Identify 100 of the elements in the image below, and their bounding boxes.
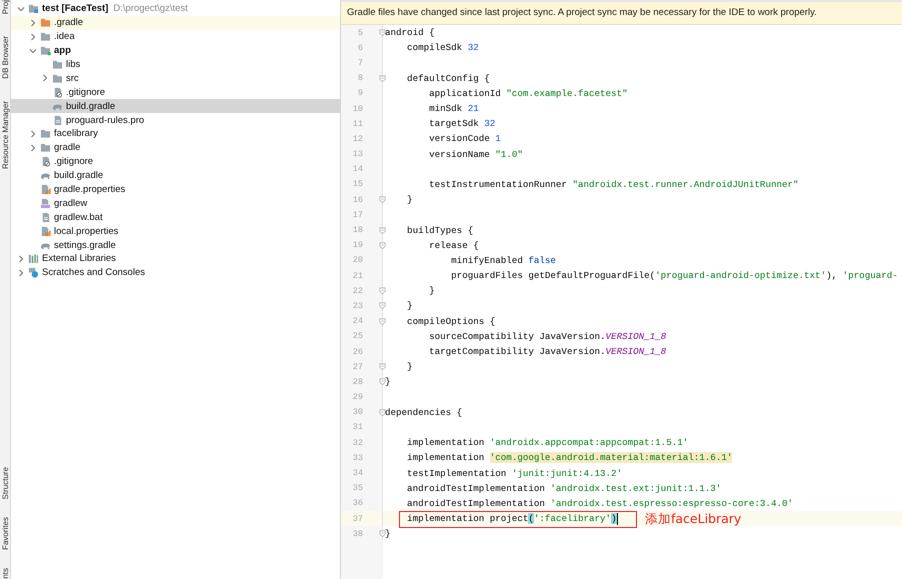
tool-window-tab[interactable]: Resource Manager — [0, 100, 10, 169]
tree-item-label: test [FaceTest] — [42, 3, 108, 14]
code-token: false — [528, 254, 556, 266]
code-token: ), — [826, 270, 838, 282]
line-number: 36 — [352, 498, 363, 508]
fold-marker-icon[interactable] — [379, 287, 386, 294]
fold-marker-icon[interactable] — [379, 29, 386, 36]
tree-item[interactable]: gradle.properties — [11, 182, 340, 196]
code-token: ( — [528, 513, 534, 524]
sync-notification-banner: Gradle files have changed since last project sync. A project sync may be necessary for the IDE to work properly. — [341, 0, 902, 25]
tree-item[interactable]: gradlew — [11, 196, 340, 210]
code-token: implementation — [406, 437, 486, 448]
tree-item[interactable]: .gitignore — [11, 85, 340, 100]
code-token: ) — [611, 513, 617, 524]
tree-item[interactable]: .gitignore — [11, 154, 340, 169]
tree-item-label: build.gradle — [54, 170, 104, 182]
tree-item-label: app — [54, 45, 71, 56]
tree-item-label: proguard-rules.pro — [66, 114, 144, 126]
fold-marker-icon[interactable] — [379, 363, 386, 370]
tree-item[interactable]: settings.gradle — [11, 238, 340, 252]
fold-marker-icon[interactable] — [379, 242, 386, 249]
tree-item[interactable]: .gradle — [11, 16, 340, 30]
tree-item-label: local.properties — [54, 226, 118, 237]
fold-marker-icon[interactable] — [379, 378, 386, 386]
script-file-icon — [40, 198, 51, 209]
annotation-label: 添加faceLibrary — [645, 511, 742, 526]
tool-window-tab[interactable]: nts — [0, 568, 10, 579]
line-number: 31 — [352, 422, 363, 432]
fold-marker-icon[interactable] — [379, 196, 386, 204]
chevron-down-icon[interactable] — [17, 4, 25, 13]
folder-icon — [40, 17, 51, 28]
line-number: 15 — [352, 179, 363, 190]
tree-item[interactable]: test [FaceTest] D:\progect\gz\test — [11, 2, 340, 16]
folder-icon — [40, 45, 51, 56]
properties-file-icon — [40, 226, 51, 237]
tool-window-tab[interactable]: DB Browser — [0, 36, 10, 79]
fold-marker-icon[interactable] — [379, 318, 386, 325]
code-token: applicationId — [428, 88, 502, 99]
line-number: 11 — [352, 118, 363, 129]
code-token: implementation project — [406, 513, 528, 524]
tool-window-tab[interactable]: Favorites — [0, 517, 10, 550]
line-number: 23 — [352, 300, 363, 311]
properties-file-icon — [40, 184, 51, 196]
fold-marker-icon[interactable] — [379, 302, 386, 310]
line-number: 7 — [356, 58, 363, 68]
line-number: 22 — [352, 286, 363, 296]
tree-item-label: facelibrary — [54, 128, 98, 140]
tree-item[interactable]: app — [11, 44, 340, 58]
code-token: android { — [385, 27, 435, 38]
code-token: release { — [428, 240, 479, 251]
chevron-right-icon[interactable] — [41, 74, 49, 82]
line-number: 10 — [352, 104, 363, 114]
tree-item[interactable]: src — [11, 71, 340, 86]
code-token: androidTestImplementation — [406, 482, 546, 494]
line-number: 14 — [352, 164, 363, 174]
fold-marker-icon[interactable] — [379, 74, 386, 82]
tree-item-label: .gitignore — [54, 156, 94, 168]
tree-item-label: libs — [66, 59, 80, 70]
chevron-down-icon[interactable] — [29, 46, 37, 55]
tree-item[interactable]: External Libraries — [11, 252, 340, 266]
fold-marker-icon[interactable] — [379, 408, 386, 416]
tree-item[interactable]: .idea — [11, 30, 340, 44]
tree-item[interactable]: facelibrary — [11, 127, 340, 141]
line-number: 6 — [356, 42, 363, 53]
tree-item[interactable]: Scratches and Consoles — [11, 266, 340, 280]
tree-item[interactable]: gradlew.bat — [11, 210, 340, 224]
tree-item-label: src — [66, 72, 79, 84]
folder-icon — [40, 142, 51, 154]
code-token: 'proguard-android-optimize.txt' — [655, 270, 826, 282]
tree-item[interactable]: build.gradle — [11, 168, 340, 183]
tree-item[interactable]: gradle — [11, 140, 340, 155]
code-token: VERSION_1_8 — [606, 346, 666, 358]
fold-marker-icon[interactable] — [379, 226, 386, 234]
tree-item-label: build.gradle — [66, 100, 116, 112]
code-token: versionName — [428, 148, 491, 160]
line-number: 17 — [352, 210, 363, 220]
line-number: 26 — [352, 346, 363, 357]
code-token: compileSdk — [406, 42, 464, 54]
code-token: "androidx.test.runner.AndroidJUnitRunner" — [572, 178, 799, 190]
text-caret — [616, 512, 618, 525]
tree-item-label: Scratches and Consoles — [42, 267, 145, 278]
code-token: } — [428, 285, 435, 296]
line-number: 38 — [352, 528, 363, 539]
code-token: VERSION_1_8 — [606, 330, 666, 342]
project-path: D:\progect\gz\test — [113, 3, 188, 14]
tree-item-label: gradle.properties — [54, 184, 126, 196]
text-file-icon — [52, 114, 63, 126]
code-token: targetSdk — [428, 118, 480, 130]
fold-marker-icon[interactable] — [379, 530, 386, 538]
tool-window-tab[interactable]: Structure — [0, 466, 10, 500]
code-token: } — [385, 528, 391, 540]
tree-item[interactable]: libs — [11, 58, 340, 72]
code-token: defaultConfig { — [406, 72, 490, 84]
line-number: 9 — [356, 88, 363, 98]
tree-item[interactable]: build.gradle — [11, 99, 340, 114]
code-token: "com.example.facetest" — [506, 88, 628, 99]
tool-window-tab[interactable]: Proj — [0, 0, 10, 14]
tree-item[interactable]: proguard-rules.pro — [11, 113, 340, 128]
code-token: 'com.google.android.material:material:1.6.1' — [490, 452, 732, 464]
tree-item[interactable]: local.properties — [11, 224, 340, 238]
